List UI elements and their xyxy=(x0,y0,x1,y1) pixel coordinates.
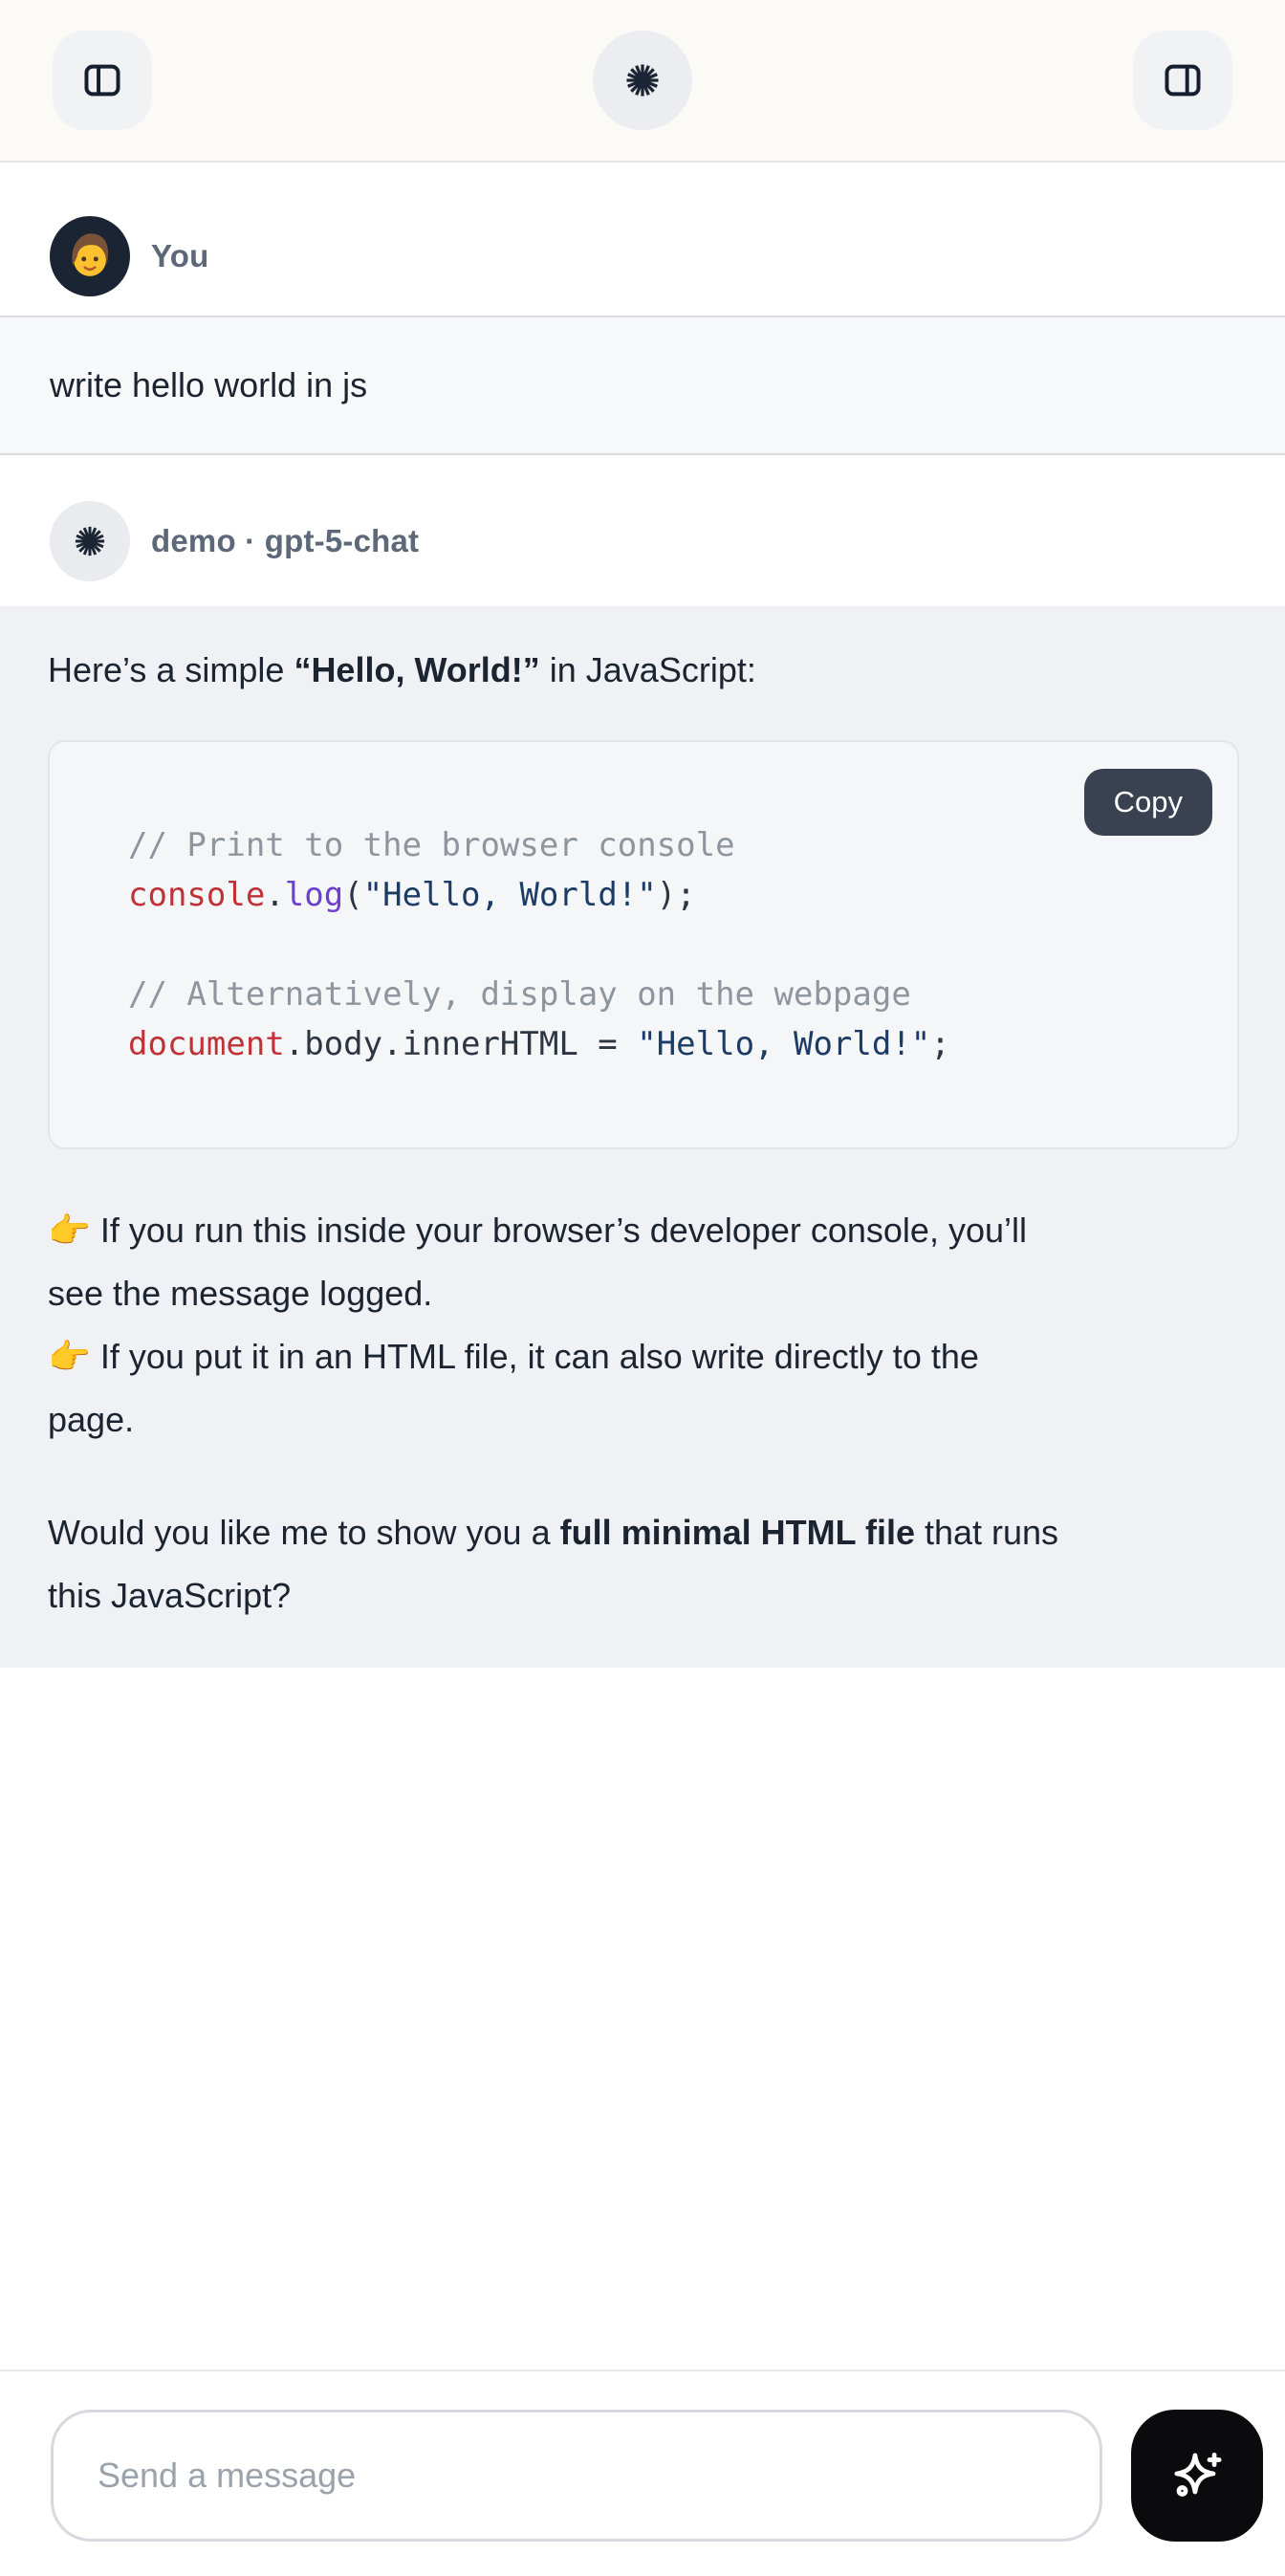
assistant-intro: Here’s a simple “Hello, World!” in JavaS… xyxy=(48,644,1239,696)
sparkles-icon xyxy=(1165,2444,1229,2507)
sidebar-toggle-button[interactable] xyxy=(53,31,152,130)
panel-right-icon xyxy=(1161,58,1205,102)
panel-left-icon xyxy=(80,58,124,102)
code-line xyxy=(128,920,1199,970)
code-block: Copy // Print to the browser consolecons… xyxy=(48,740,1239,1149)
assistant-author-label: demo · gpt-5-chat xyxy=(151,523,419,559)
assistant-message: Here’s a simple “Hello, World!” in JavaS… xyxy=(0,606,1285,1668)
composer xyxy=(0,2369,1285,2576)
code-line: // Alternatively, display on the webpage xyxy=(128,970,1199,1019)
starburst-icon xyxy=(70,521,110,561)
user-message-header: You xyxy=(0,216,1285,296)
assistant-avatar xyxy=(50,501,130,581)
user-author-label: You xyxy=(151,238,208,274)
right-panel-toggle-button[interactable] xyxy=(1133,31,1232,130)
assistant-paragraph-tips: 👉 If you run this inside your browser’s … xyxy=(48,1199,1239,1452)
code-line: document.body.innerHTML = "Hello, World!… xyxy=(128,1019,1199,1069)
message-input[interactable] xyxy=(51,2410,1102,2542)
user-message: write hello world in js xyxy=(0,316,1285,455)
assistant-paragraph-question: Would you like me to show you a full min… xyxy=(48,1501,1239,1627)
top-bar xyxy=(0,0,1285,163)
send-button[interactable] xyxy=(1131,2410,1263,2542)
code-line: console.log("Hello, World!"); xyxy=(128,870,1199,920)
code-content: // Print to the browser consoleconsole.l… xyxy=(128,820,1199,1069)
assistant-message-header: demo · gpt-5-chat xyxy=(0,501,1285,581)
code-line: // Print to the browser console xyxy=(128,820,1199,870)
app-logo-button[interactable] xyxy=(593,31,692,130)
starburst-icon xyxy=(621,58,664,102)
user-avatar xyxy=(50,216,130,296)
chat-transcript: You write hello world in js demo · gpt-5… xyxy=(0,163,1285,1668)
person-emoji xyxy=(60,227,120,286)
copy-button[interactable]: Copy xyxy=(1084,769,1212,836)
user-message-text: write hello world in js xyxy=(50,354,1235,417)
empty-transcript-space xyxy=(0,1668,1285,2369)
